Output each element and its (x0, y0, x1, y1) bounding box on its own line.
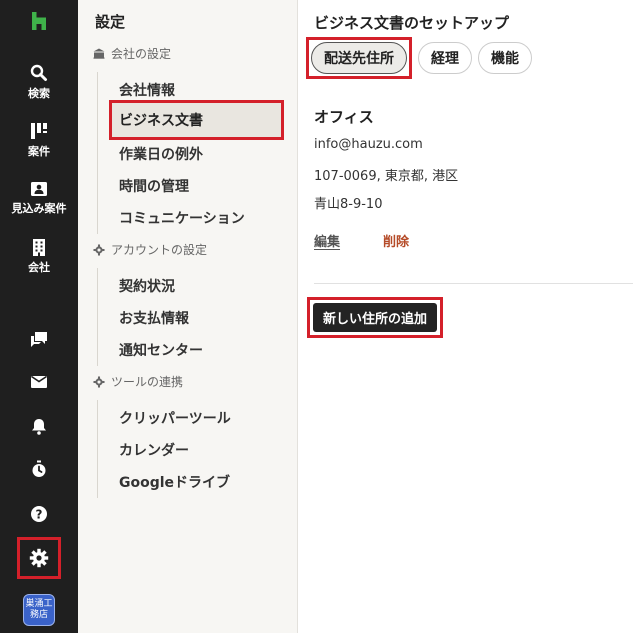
main-content: ビジネス文書のセットアップ 配送先住所 経理 機能 オフィス info@hauz… (299, 0, 633, 633)
tab-bar: 配送先住所 経理 機能 (306, 37, 532, 79)
company-icon (93, 48, 105, 59)
edit-address-link[interactable]: 編集 (314, 231, 340, 250)
office-address-line1: 107-0069, 東京都, 港区 (314, 169, 459, 184)
gear-icon (29, 548, 49, 568)
rail-help-button[interactable]: ? (22, 497, 56, 531)
section-title: 会社の設定 (111, 47, 172, 61)
building-icon (33, 239, 45, 256)
section-tool-integration: ツールの連携 (93, 373, 183, 390)
nav-calendar[interactable]: カレンダー (119, 440, 189, 460)
rail-timer-button[interactable] (22, 452, 56, 486)
section-title: アカウントの設定 (111, 243, 208, 257)
office-address-line2: 青山8-9-10 (314, 197, 383, 212)
section-title: ツールの連携 (111, 375, 184, 389)
page-title: ビジネス文書のセットアップ (314, 14, 510, 32)
add-address-button[interactable]: 新しい住所の追加 (313, 303, 438, 332)
help-icon: ? (31, 506, 47, 522)
mail-icon (31, 375, 47, 388)
nav-workday-exceptions[interactable]: 作業日の例外 (119, 144, 203, 164)
rail-item-projects[interactable]: 案件 (0, 122, 78, 159)
nav-clipper-tool[interactable]: クリッパーツール (119, 408, 231, 428)
svg-text:?: ? (36, 507, 43, 521)
stopwatch-icon (32, 460, 46, 477)
rail-messages-button[interactable] (22, 322, 56, 356)
tab-shipping-address[interactable]: 配送先住所 (311, 42, 407, 74)
rail-item-company[interactable]: 会社 (0, 238, 78, 275)
projects-icon (31, 123, 47, 139)
office-email: info@hauzu.com (314, 137, 423, 152)
section-account-settings: アカウントの設定 (93, 241, 207, 258)
rail-notifications-button[interactable] (22, 409, 56, 443)
rail-item-label: 会社 (28, 261, 50, 274)
tab-features[interactable]: 機能 (478, 42, 532, 74)
section-divider-line (97, 72, 98, 234)
icon-rail: 検索 案件 見込み案件 会社 ? 巣涌工務店 (0, 0, 78, 633)
rail-item-label: 案件 (28, 145, 50, 158)
nav-contract-status[interactable]: 契約状況 (119, 276, 175, 296)
account-avatar[interactable]: 巣涌工務店 (23, 594, 55, 626)
search-icon (30, 64, 47, 81)
nav-company-info[interactable]: 会社情報 (119, 80, 175, 100)
rail-inbox-button[interactable] (22, 365, 56, 399)
add-address-highlight: 新しい住所の追加 (307, 297, 444, 338)
gear-icon (93, 243, 105, 256)
section-company-settings: 会社の設定 (93, 45, 171, 62)
rail-item-search[interactable]: 検索 (0, 64, 78, 101)
nav-payment-info[interactable]: お支払情報 (119, 308, 189, 328)
nav-notification-center[interactable]: 通知センター (119, 340, 203, 360)
divider (314, 283, 633, 284)
chat-icon (31, 332, 47, 347)
delete-address-link[interactable]: 削除 (383, 231, 409, 250)
gear-icon (93, 375, 105, 388)
section-divider-line (97, 400, 98, 498)
leads-icon (31, 182, 47, 196)
bell-icon (32, 419, 46, 435)
rail-item-leads[interactable]: 見込み案件 (0, 181, 78, 216)
rail-settings-button[interactable] (17, 537, 61, 579)
section-divider-line (97, 268, 98, 366)
tab-highlight: 配送先住所 (306, 37, 412, 79)
rail-item-label: 検索 (28, 87, 50, 100)
tab-accounting[interactable]: 経理 (418, 42, 472, 74)
settings-title: 設定 (95, 13, 126, 31)
settings-nav: 設定 会社の設定 会社情報 ビジネス文書 作業日の例外 時間の管理 コミュニケー… (78, 0, 298, 633)
office-name: オフィス (314, 108, 374, 126)
rail-item-label: 見込み案件 (11, 202, 67, 215)
nav-business-documents[interactable]: ビジネス文書 (109, 100, 284, 140)
houzz-logo-icon[interactable] (28, 10, 50, 32)
nav-communication[interactable]: コミュニケーション (119, 208, 245, 228)
nav-google-drive[interactable]: Googleドライブ (119, 472, 230, 492)
nav-time-management[interactable]: 時間の管理 (119, 176, 189, 196)
